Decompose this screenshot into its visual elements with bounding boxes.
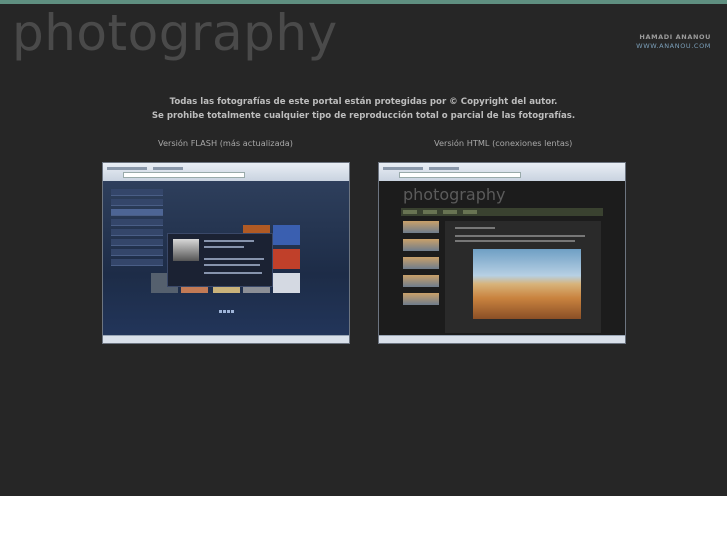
flash-version-link[interactable]: Versión FLASH (más actualizada) xyxy=(158,138,293,148)
browser-statusbar-image xyxy=(379,335,625,343)
preview-nav xyxy=(401,208,603,216)
page-background: photography HAMADI ANANOU WWW.ANANOU.COM… xyxy=(0,0,727,496)
html-version-thumbnail[interactable]: photography xyxy=(378,162,626,344)
copyright-notice: Todas las fotografías de este portal est… xyxy=(0,95,727,123)
html-site-preview: photography xyxy=(379,181,625,336)
copyright-line-2: Se prohibe totalmente cualquier tipo de … xyxy=(151,111,576,121)
flash-version-thumbnail[interactable] xyxy=(102,162,350,344)
preview-logo-image: photography xyxy=(403,185,506,204)
browser-toolbar-image xyxy=(379,163,625,182)
preview-main-panel xyxy=(445,221,601,333)
preview-menu xyxy=(111,189,163,269)
copyright-line-1: Todas las fotografías de este portal est… xyxy=(169,97,558,107)
preview-popup xyxy=(167,233,273,287)
browser-statusbar-image xyxy=(103,335,349,343)
html-version-link[interactable]: Versión HTML (conexiones lentas) xyxy=(434,138,572,148)
author-name: HAMADI ANANOU xyxy=(639,33,711,41)
author-website-link[interactable]: WWW.ANANOU.COM xyxy=(636,42,711,51)
site-logo[interactable]: photography xyxy=(12,2,338,64)
author-block: HAMADI ANANOU WWW.ANANOU.COM xyxy=(636,33,711,51)
flash-site-preview xyxy=(103,181,349,336)
preview-pager-dots xyxy=(219,298,235,317)
preview-sidebar xyxy=(403,221,439,311)
browser-toolbar-image xyxy=(103,163,349,182)
preview-beach-photo xyxy=(473,249,581,319)
